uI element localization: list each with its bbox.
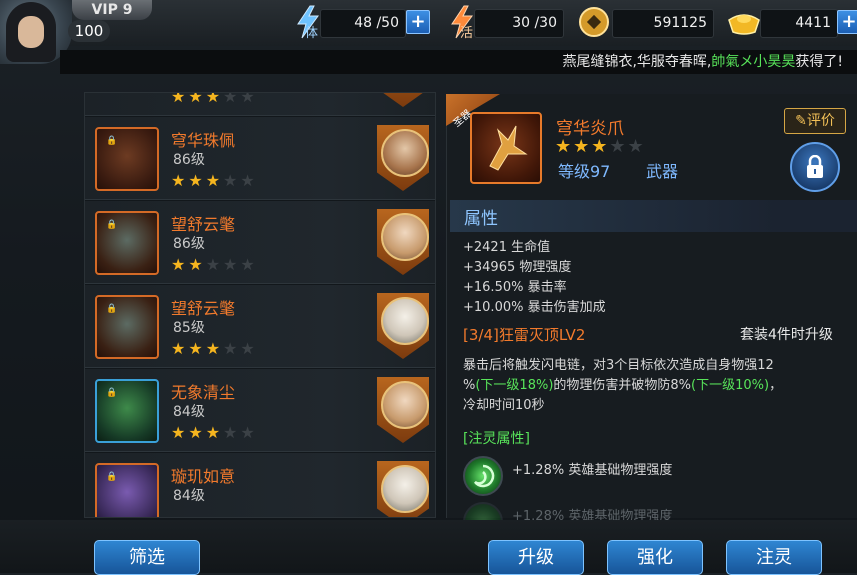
vigor-box: 30 /30 xyxy=(474,9,564,38)
attributes-header-bar xyxy=(450,200,857,232)
lock-icon: 🔒 xyxy=(106,472,118,482)
hero-shield xyxy=(377,461,429,517)
hero-shield xyxy=(377,293,429,359)
lock-icon: 🔒 xyxy=(106,388,118,398)
stat-line: +10.00% 暴击伤害加成 xyxy=(463,300,606,315)
edit-icon: ✎ xyxy=(795,113,807,129)
equipment-name: 望舒云氅 xyxy=(171,299,236,318)
upgrade-button[interactable]: 升级 xyxy=(488,540,584,575)
equipment-icon: 🔒 xyxy=(95,295,159,359)
row-stars: ★★★★★ xyxy=(171,339,258,358)
equipment-icon: 🔒 xyxy=(95,127,159,191)
set-skill-description: 暴击后将触发闪电链，对3个目标依次造成自身物强12 %(下一级18%)的物理伤害… xyxy=(463,356,848,416)
stat-line: +16.50% 暴击率 xyxy=(463,280,567,295)
equipment-name: 穹华珠佩 xyxy=(171,131,236,150)
list-item[interactable]: 🔒 望舒云氅 86级 ★★★★★ xyxy=(85,201,435,284)
hero-shield xyxy=(377,209,429,275)
skill-desc-text: % xyxy=(463,378,476,393)
lock-button[interactable] xyxy=(790,142,840,192)
skill-desc-line-3: 冷却时间10秒 xyxy=(463,398,545,413)
stamina-box: 48 /50 xyxy=(320,9,406,38)
equipment-icon: 🔒 xyxy=(95,211,159,275)
equipment-level: 84级 xyxy=(173,404,205,420)
coin-value: 591125 xyxy=(653,15,707,31)
skill-desc-text: ， xyxy=(769,378,783,393)
gold-box: 4411 xyxy=(760,9,838,38)
equipment-name: 无象清尘 xyxy=(171,383,236,402)
selected-equipment-icon xyxy=(470,112,542,184)
skill-desc-text: 的物理伤害并破物防8% xyxy=(553,378,692,393)
skill-desc-next-level: (下一级18%) xyxy=(475,378,554,393)
spirit-swirl-icon xyxy=(463,456,503,496)
skill-desc-line-2: %(下一级18%)的物理伤害并破物防8%(下一级10%)， xyxy=(463,376,848,396)
hero-portrait xyxy=(381,297,429,345)
hero-portrait xyxy=(381,129,429,177)
infuse-attributes-title: [注灵属性] xyxy=(463,431,530,447)
equipment-icon: 🔒 xyxy=(95,463,159,517)
equipment-level: 86级 xyxy=(173,152,205,168)
enhance-button[interactable]: 强化 xyxy=(607,540,703,575)
stat-line: +2421 生命值 xyxy=(463,240,551,255)
equipment-icon: 🔒 xyxy=(95,379,159,443)
hero-portrait xyxy=(381,213,429,261)
lock-icon: 🔒 xyxy=(106,136,118,146)
equipment-name: 望舒云氅 xyxy=(171,215,236,234)
marquee-text-a: 燕尾缝锦衣,华服夺春晖, xyxy=(562,54,712,70)
vigor-label: 活 xyxy=(460,26,474,41)
hero-portrait xyxy=(381,381,429,429)
attributes-title: 属性 xyxy=(464,209,498,229)
coin-box: 591125 xyxy=(612,9,714,38)
coin-icon xyxy=(578,6,610,38)
gold-plus-button[interactable]: + xyxy=(837,10,857,34)
stamina-plus-button[interactable]: + xyxy=(406,10,430,34)
equipment-level: 86级 xyxy=(173,236,205,252)
lock-icon xyxy=(807,154,823,178)
lock-icon: 🔒 xyxy=(106,304,118,314)
row-stars: ★★★★★ xyxy=(171,92,258,106)
list-item-partial[interactable]: ★★★★★ xyxy=(85,92,435,116)
hero-shield xyxy=(377,125,429,191)
equipment-name: 璇玑如意 xyxy=(171,467,236,486)
stamina-value: 48 /50 xyxy=(354,15,399,31)
vigor-value: 30 /30 xyxy=(512,15,557,31)
vip-badge[interactable]: VIP 9 xyxy=(72,0,152,20)
player-level: 100 xyxy=(68,20,110,42)
selected-equipment-type: 武器 xyxy=(646,162,679,181)
infuse-stat-line: +1.28% 英雄基础物理强度 xyxy=(512,463,673,478)
rate-button[interactable]: ✎评价 xyxy=(784,108,846,134)
set-upgrade-note: 套装4件时升级 xyxy=(740,327,833,343)
list-item[interactable]: 🔒 穹华珠佩 86级 ★★★★★ xyxy=(85,117,435,200)
selected-equipment-level: 等级97 xyxy=(558,162,611,181)
row-stars: ★★★★★ xyxy=(171,423,258,442)
stat-line: +34965 物理强度 xyxy=(463,260,572,275)
hero-shield xyxy=(377,93,429,107)
hero-portrait xyxy=(381,465,429,513)
row-stars: ★★★★★ xyxy=(171,255,258,274)
gold-value: 4411 xyxy=(795,15,831,31)
lock-icon: 🔒 xyxy=(106,220,118,230)
hero-shield xyxy=(377,377,429,443)
marquee-text-b: 获得了! xyxy=(795,54,843,70)
infuse-button[interactable]: 注灵 xyxy=(726,540,822,575)
avatar-face xyxy=(18,16,44,48)
selected-equipment-stars: ★★★★★ xyxy=(555,136,646,157)
stamina-label: 体 xyxy=(305,26,319,41)
skill-desc-next-level: (下一级10%) xyxy=(691,378,770,393)
equipment-level: 84级 xyxy=(173,488,205,504)
equipment-list[interactable]: ★★★★★ 🔒 穹华珠佩 86级 ★★★★★ 🔒 望舒云氅 86级 ★★★★★ … xyxy=(84,92,436,518)
set-skill-title: [3/4]狂雷灭顶LV2 xyxy=(463,326,586,344)
rate-label: 评价 xyxy=(806,113,835,129)
skill-desc-line-1: 暴击后将触发闪电链，对3个目标依次造成自身物强12 xyxy=(463,358,774,373)
filter-button[interactable]: 筛选 xyxy=(94,540,200,575)
equipment-level: 85级 xyxy=(173,320,205,336)
list-item[interactable]: 🔒 无象清尘 84级 ★★★★★ xyxy=(85,369,435,452)
marquee-player-name: 帥氣メ小昊昊 xyxy=(711,54,796,70)
announcement-marquee: 燕尾缝锦衣,华服夺春晖,帥氣メ小昊昊获得了! xyxy=(60,50,857,74)
marquee-text: 燕尾缝锦衣,华服夺春晖,帥氣メ小昊昊获得了! xyxy=(562,50,843,74)
list-item[interactable]: 🔒 璇玑如意 84级 xyxy=(85,453,435,517)
gold-ingot-icon xyxy=(726,6,762,38)
row-stars: ★★★★★ xyxy=(171,171,258,190)
list-item[interactable]: 🔒 望舒云氅 85级 ★★★★★ xyxy=(85,285,435,368)
